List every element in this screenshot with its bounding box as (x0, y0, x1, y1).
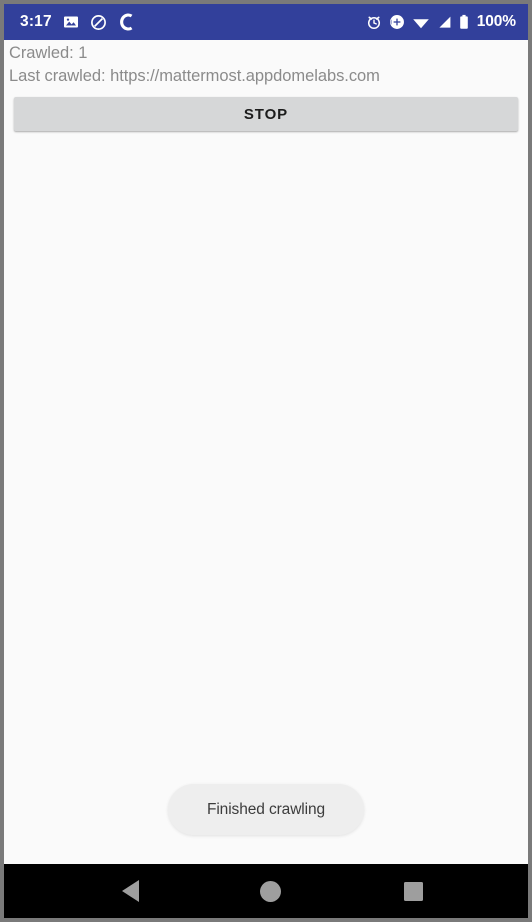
cellular-signal-icon (437, 14, 452, 30)
location-icon (389, 14, 405, 30)
battery-percentage-label: 100% (476, 13, 516, 30)
square-recents-icon (403, 881, 423, 901)
app-content-area: Crawled: 1 Last crawled: https://matterm… (4, 40, 528, 864)
battery-icon (459, 14, 469, 30)
status-bar-right-group: 100% (366, 13, 516, 31)
alarm-icon (366, 14, 382, 30)
image-icon (63, 14, 79, 30)
do-not-disturb-icon (90, 14, 107, 31)
circle-home-icon (259, 880, 281, 902)
nav-home-button[interactable] (248, 869, 292, 913)
triangle-back-icon (121, 880, 139, 902)
letter-c-icon (118, 12, 134, 32)
nav-recents-button[interactable] (391, 869, 435, 913)
toast-message: Finished crawling (206, 800, 326, 818)
wifi-icon (412, 14, 430, 30)
android-device-screen: 3:17 100% Crawled: 1 Last crawled: https… (0, 0, 532, 922)
status-bar-clock: 3:17 (20, 13, 52, 30)
stop-button[interactable]: STOP (14, 97, 518, 131)
crawled-count-label: Crawled: 1 (9, 44, 88, 62)
nav-back-button[interactable] (108, 869, 152, 913)
status-bar-left-group: 3:17 (20, 12, 134, 32)
toast-notification: Finished crawling (168, 784, 364, 835)
system-navigation-bar (4, 864, 528, 918)
last-crawled-url-label: Last crawled: https://mattermost.appdome… (9, 67, 380, 85)
status-bar: 3:17 100% (4, 4, 528, 40)
